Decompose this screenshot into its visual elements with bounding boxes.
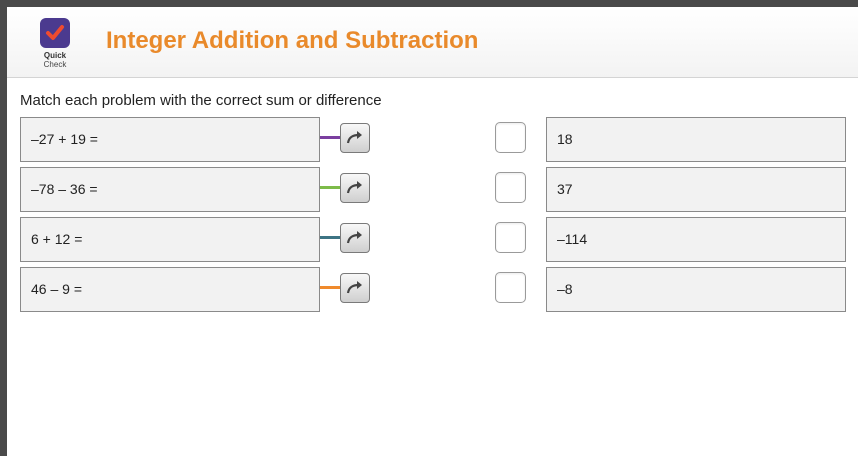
problem-text-3: 6 + 12 = xyxy=(31,231,83,247)
answer-box-4: –8 xyxy=(546,267,846,312)
answer-text-4: –8 xyxy=(557,281,573,297)
drag-handle-2[interactable] xyxy=(340,173,370,203)
drop-target-1[interactable] xyxy=(495,122,526,153)
drag-handle-1[interactable] xyxy=(340,123,370,153)
page-title: Integer Addition and Subtraction xyxy=(106,27,479,54)
answer-box-3: –114 xyxy=(546,217,846,262)
problem-text-2: –78 – 36 = xyxy=(31,181,98,197)
problem-text-4: 46 – 9 = xyxy=(31,281,82,297)
checkmark-icon xyxy=(46,25,64,40)
connector-line-4 xyxy=(320,286,342,289)
curved-arrow-icon xyxy=(346,131,362,144)
curved-arrow-icon xyxy=(346,281,362,294)
curved-arrow-icon xyxy=(346,181,362,194)
quick-check-logo xyxy=(40,18,70,48)
logo-line-2: Check xyxy=(43,60,67,69)
answer-box-1: 18 xyxy=(546,117,846,162)
answer-text-1: 18 xyxy=(557,131,573,147)
connector-line-1 xyxy=(320,136,342,139)
problem-box-2: –78 – 36 = xyxy=(20,167,320,212)
instructions: Match each problem with the correct sum … xyxy=(20,92,382,109)
answer-text-3: –114 xyxy=(557,231,588,247)
drop-target-4[interactable] xyxy=(495,272,526,303)
connector-line-2 xyxy=(320,186,342,189)
app-frame: Quick Check Integer Addition and Subtrac… xyxy=(7,7,858,456)
curved-arrow-icon xyxy=(346,231,362,244)
logo-caption: Quick Check xyxy=(32,51,78,69)
header: Quick Check Integer Addition and Subtrac… xyxy=(7,7,858,78)
drag-handle-3[interactable] xyxy=(340,223,370,253)
problem-text-1: –27 + 19 = xyxy=(31,131,98,147)
answer-box-2: 37 xyxy=(546,167,846,212)
drag-handle-4[interactable] xyxy=(340,273,370,303)
problem-box-4: 46 – 9 = xyxy=(20,267,320,312)
problem-box-3: 6 + 12 = xyxy=(20,217,320,262)
logo-line-1: Quick xyxy=(43,51,67,60)
drop-target-2[interactable] xyxy=(495,172,526,203)
answer-text-2: 37 xyxy=(557,181,573,197)
drop-target-3[interactable] xyxy=(495,222,526,253)
problem-box-1: –27 + 19 = xyxy=(20,117,320,162)
connector-line-3 xyxy=(320,236,342,239)
